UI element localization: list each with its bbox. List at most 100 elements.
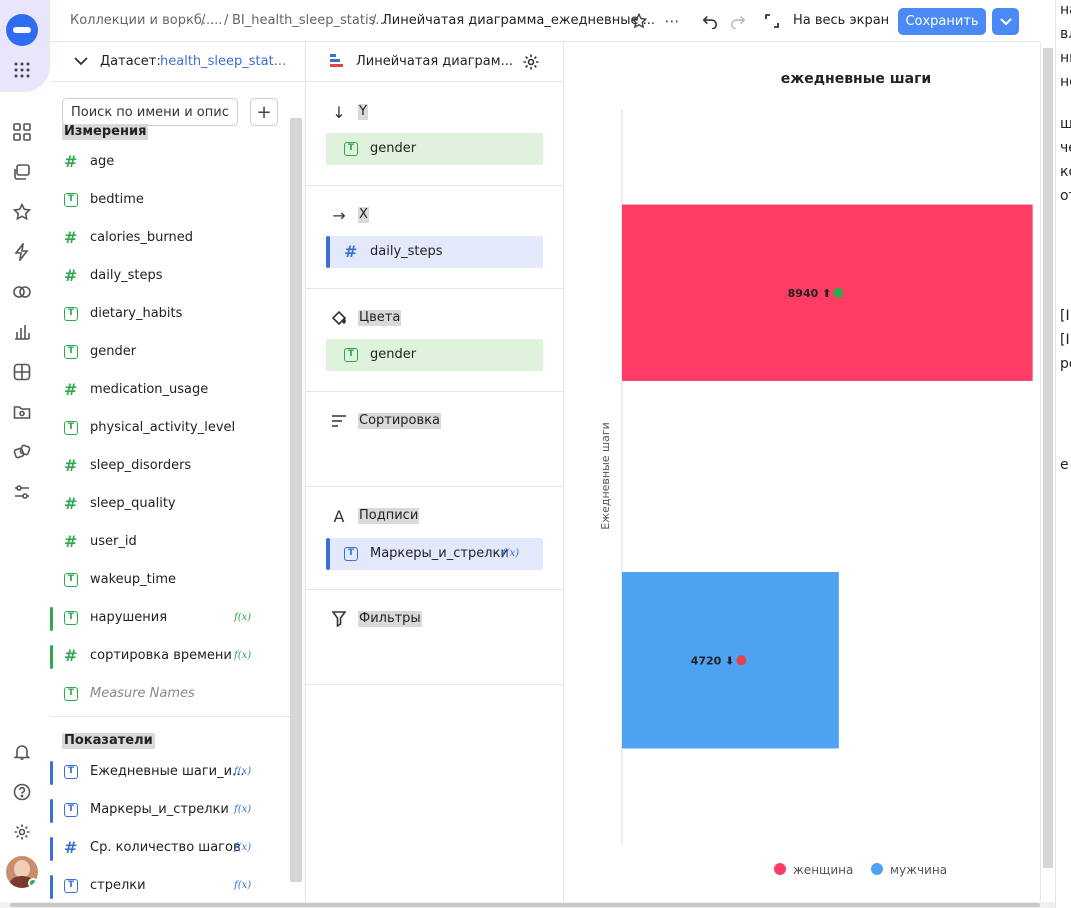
section-filters-title: Фильтры	[358, 611, 422, 627]
gear-icon[interactable]	[10, 820, 34, 844]
collapse-chevron-icon[interactable]	[74, 56, 88, 71]
save-options-chevron-icon[interactable]	[992, 8, 1019, 35]
text-a-icon: A	[333, 506, 345, 526]
chart-scrollbar[interactable]	[1040, 42, 1054, 908]
dashboard-grid-icon[interactable]	[10, 120, 34, 144]
clipped-text: че	[1060, 140, 1071, 156]
collections-icon[interactable]	[10, 160, 34, 184]
breadcrumb-separator: /	[372, 13, 377, 28]
dashboards-icon[interactable]	[10, 360, 34, 384]
breadcrumb-ellipsis[interactable]: ...	[210, 13, 222, 28]
text-type-icon: T	[64, 879, 78, 893]
dimension-field[interactable]: Tphysical_activity_level	[50, 417, 290, 441]
dataset-panel: Датасет: health_sleep_stat... + Измерени…	[50, 42, 306, 908]
measure-field[interactable]: T Маркеры_и_стрелки f(x)	[50, 799, 290, 823]
calculated-marker	[50, 761, 53, 785]
save-button[interactable]: Сохранить	[898, 8, 986, 35]
star-icon[interactable]	[10, 200, 34, 224]
dataset-scrollbar[interactable]	[290, 118, 302, 882]
number-type-icon: #	[64, 838, 78, 857]
dimension-field[interactable]: # age	[50, 151, 290, 175]
dimension-field[interactable]: # daily_steps	[50, 265, 290, 289]
dimension-field[interactable]: # calories_burned	[50, 227, 290, 251]
dataset-label: Датасет:	[100, 54, 161, 69]
text-type-icon: T	[64, 803, 78, 817]
measures-title: Показатели	[62, 733, 155, 749]
clipped-text: ше	[1060, 116, 1071, 132]
chip-colors-gender[interactable]: T gender	[326, 339, 543, 371]
bar-data-label: 8940 ⬆	[788, 287, 832, 300]
charts-icon[interactable]	[10, 320, 34, 344]
dimension-field[interactable]: # user_id	[50, 531, 290, 555]
fullscreen-button[interactable]: На весь экран	[793, 13, 889, 28]
field-label: dietary_habits	[90, 306, 183, 321]
dimension-field[interactable]: # sleep_quality	[50, 493, 290, 517]
number-type-icon: #	[64, 228, 78, 247]
breadcrumb-current-chart[interactable]: Линейчатая диаграмма_ежедневные ...	[382, 13, 655, 28]
breadcrumb-collections[interactable]: Коллекции и воркб...	[70, 13, 214, 28]
number-type-icon: #	[344, 242, 358, 261]
field-label: Маркеры_и_стрелки	[90, 802, 229, 817]
clipped-text: от	[1060, 188, 1071, 204]
help-icon[interactable]	[10, 780, 34, 804]
right-side-panel-clipped: на вл ны не ше че ко от [IN [IN рел е п	[1055, 0, 1071, 908]
number-type-icon: #	[64, 380, 78, 399]
measure-field[interactable]: Tстрелки f(x)	[50, 875, 290, 899]
favorite-star-icon[interactable]	[629, 11, 649, 31]
chip-label: gender	[370, 347, 417, 362]
folder-icon[interactable]	[10, 400, 34, 424]
dimension-field[interactable]: T Measure Names	[50, 683, 290, 707]
dimension-field[interactable]: # сортировка времени f(x)	[50, 645, 290, 669]
breadcrumb-workbook[interactable]: BI_health_sleep_statis...	[232, 13, 388, 28]
dimension-field[interactable]: # sleep_disorders	[50, 455, 290, 479]
field-label: wakeup_time	[90, 572, 177, 587]
clipped-text: е п	[1060, 457, 1071, 473]
redo-icon[interactable]	[728, 11, 748, 31]
dimension-field[interactable]: Tнарушения f(x)	[50, 607, 290, 631]
text-type-icon: T	[64, 421, 78, 435]
datasets-icon[interactable]	[10, 440, 34, 464]
field-label: daily_steps	[90, 268, 163, 283]
dimension-field[interactable]: Tdietary_habits	[50, 303, 290, 327]
section-sort: Сортировка	[306, 392, 564, 487]
dimension-field[interactable]: Twakeup_time	[50, 569, 290, 593]
dimension-field[interactable]: # medication_usage	[50, 379, 290, 403]
field-search-input[interactable]	[62, 98, 238, 126]
chip-labels-markers[interactable]: T Маркеры_и_стрелки f(x)	[326, 538, 543, 570]
horizontal-scrollbar[interactable]	[0, 902, 1055, 908]
dataset-name-link[interactable]: health_sleep_stat...	[160, 54, 286, 69]
settings-sliders-icon[interactable]	[10, 480, 34, 504]
clipped-text: ны	[1060, 50, 1071, 66]
fullscreen-icon[interactable]	[762, 11, 782, 31]
bell-icon[interactable]	[10, 740, 34, 764]
chart-type-header[interactable]: Линейчатая диаграм...	[306, 42, 564, 82]
y-axis-label: Ежедневные шаги	[599, 422, 612, 530]
connections-icon[interactable]	[10, 280, 34, 304]
calculated-marker	[50, 875, 53, 899]
field-label: sleep_quality	[90, 496, 176, 511]
legend-label-мужчина: мужчина	[890, 863, 947, 877]
lightning-icon[interactable]	[10, 240, 34, 264]
add-field-button[interactable]: +	[250, 98, 278, 126]
chip-y-gender[interactable]: T gender	[326, 133, 543, 165]
app-logo-icon[interactable]	[6, 14, 38, 46]
field-label: сортировка времени	[90, 648, 232, 663]
text-type-icon: T	[64, 345, 78, 359]
text-type-icon: T	[64, 307, 78, 321]
measure-field[interactable]: # Ср. количество шагов f(x)	[50, 837, 290, 861]
dimension-field[interactable]: Tgender	[50, 341, 290, 365]
clipped-text: [IN	[1060, 308, 1071, 324]
sort-lines-icon	[330, 412, 348, 430]
measure-field[interactable]: T Ежедневные шаги_и... f(x)	[50, 761, 290, 785]
chip-x-daily-steps[interactable]: # daily_steps	[326, 236, 543, 268]
dimension-field[interactable]: Tbedtime	[50, 189, 290, 213]
avatar[interactable]	[6, 856, 38, 888]
undo-icon[interactable]	[700, 11, 720, 31]
chart-area: ежедневные шаги Ежедневные шаги 8940 ⬆ 4720…	[564, 42, 1054, 908]
chart-settings-gear-icon[interactable]	[522, 53, 540, 75]
apps-grid-icon[interactable]	[10, 58, 34, 82]
bar-marker-dot	[833, 287, 844, 298]
field-label: physical_activity_level	[90, 420, 236, 435]
more-dots-icon[interactable]: ⋯	[662, 11, 682, 31]
field-label: calories_burned	[90, 230, 194, 245]
